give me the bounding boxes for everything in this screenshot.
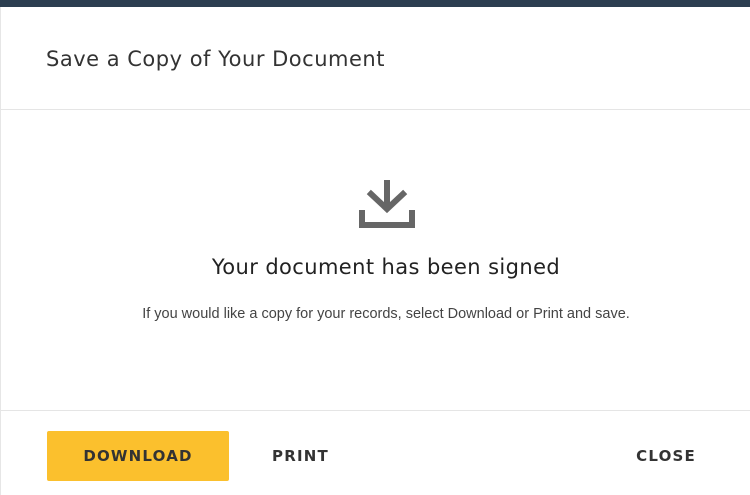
print-button[interactable]: PRINT (272, 431, 329, 481)
signed-message: If you would like a copy for your record… (142, 306, 630, 322)
download-button[interactable]: DOWNLOAD (47, 431, 229, 481)
save-copy-dialog: Save a Copy of Your Document Your docume… (0, 7, 750, 495)
dialog-footer: DOWNLOAD PRINT CLOSE (1, 410, 750, 495)
dialog-title: Save a Copy of Your Document (46, 47, 385, 71)
signed-heading: Your document has been signed (211, 255, 561, 279)
dialog-header: Save a Copy of Your Document (1, 7, 750, 110)
download-icon (359, 180, 415, 228)
close-button[interactable]: CLOSE (636, 431, 696, 481)
dialog-body: Your document has been signed If you wou… (1, 110, 750, 410)
top-bar (0, 0, 750, 7)
